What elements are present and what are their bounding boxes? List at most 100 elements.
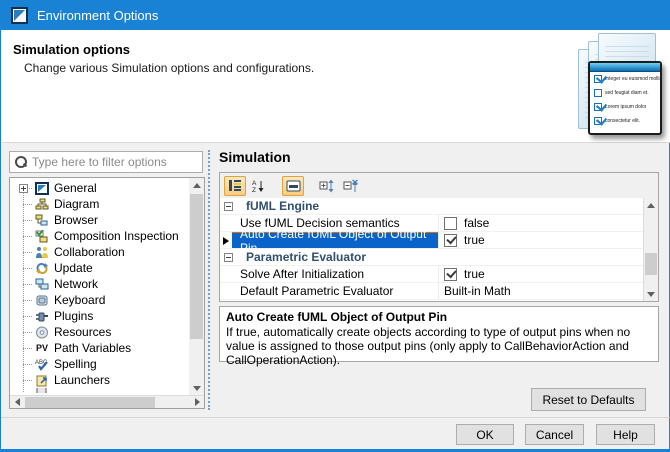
section-title: Simulation [219, 149, 291, 165]
checkbox-icon [594, 117, 602, 125]
tree-vertical-scrollbar[interactable] [189, 178, 204, 395]
help-button[interactable]: Help [596, 424, 655, 445]
browser-icon [34, 213, 50, 227]
spelling-icon: ABC [34, 357, 50, 371]
tree-item-plugins[interactable]: Plugins [10, 308, 190, 324]
categorized-view-icon [228, 179, 242, 192]
header-band: Simulation options Change various Simula… [2, 30, 670, 143]
collapse-all-icon [343, 179, 359, 193]
app-logo-icon [11, 7, 28, 24]
collapse-minus-icon[interactable] [224, 253, 233, 262]
table-vertical-scrollbar[interactable] [643, 198, 658, 301]
scroll-down-button[interactable] [644, 287, 658, 301]
collapse-minus-icon[interactable] [224, 202, 233, 211]
tree-item-resources[interactable]: Resources [10, 324, 190, 340]
checkbox-icon [594, 75, 602, 83]
value-checkbox[interactable] [444, 217, 457, 230]
description-text: If true, automatically create objects ac… [226, 325, 652, 367]
tree-item-update[interactable]: Update [10, 260, 190, 276]
properties-toolbar: AZ [220, 173, 658, 198]
tree-item-spelling[interactable]: ABC Spelling [10, 356, 190, 372]
value-text: true [464, 267, 485, 281]
value-checkbox[interactable] [444, 234, 457, 247]
group-row-parametric-evaluator[interactable]: Parametric Evaluator [220, 249, 643, 266]
svg-text:A: A [252, 180, 257, 187]
diagram-icon [34, 197, 50, 211]
window-title: Environment Options [37, 8, 158, 23]
expand-all-icon [319, 179, 335, 193]
tree-item-collaboration[interactable]: Collaboration [10, 244, 190, 260]
expand-all-button[interactable] [316, 176, 338, 196]
checklist-item: Integer eu euismod mollis [590, 72, 660, 86]
scroll-left-button[interactable] [10, 396, 24, 408]
tree-item-general[interactable]: General [10, 180, 190, 196]
composition-inspection-icon [34, 229, 50, 243]
panel-splitter[interactable] [208, 150, 210, 410]
collapse-all-button[interactable] [340, 176, 362, 196]
properties-table: fUML Engine Use fUML Decision semantics … [220, 198, 643, 301]
tree-horizontal-scrollbar[interactable] [10, 395, 204, 408]
property-row-selected[interactable]: Auto Create fUML Object of Output Pin tr… [220, 232, 643, 249]
value-text: false [464, 216, 489, 230]
group-row-fuml-engine[interactable]: fUML Engine [220, 198, 643, 215]
show-description-button[interactable] [282, 176, 304, 196]
scroll-right-button[interactable] [190, 396, 204, 408]
launchers-icon [34, 373, 50, 387]
options-tree[interactable]: General Diagram Browser Composition Insp… [9, 177, 205, 409]
value-checkbox[interactable] [444, 268, 457, 281]
value-text: true [464, 233, 485, 247]
filter-input[interactable] [32, 155, 202, 169]
magicdraw-icon [34, 181, 50, 195]
scrollbar-thumb[interactable] [645, 253, 657, 275]
tree-item-partial[interactable] [10, 388, 190, 393]
reset-to-defaults-button[interactable]: Reset to Defaults [531, 388, 646, 411]
plugins-icon [34, 309, 50, 323]
filter-field[interactable] [9, 151, 203, 173]
checklist-header [590, 63, 660, 72]
checkbox-icon [594, 103, 602, 111]
keyboard-icon [34, 293, 50, 307]
checklist-item: sed feugiat diam et. [590, 86, 660, 100]
tree-item-composition-inspection[interactable]: Composition Inspection [10, 228, 190, 244]
description-box: Auto Create fUML Object of Output Pin If… [219, 306, 659, 362]
page-subtitle: Change various Simulation options and co… [24, 61, 314, 75]
checklist-item: Lorem ipsum dolor [590, 100, 660, 114]
row-marker-icon [223, 237, 229, 245]
checklist-panel: Integer eu euismod mollis sed feugiat di… [588, 61, 662, 135]
network-icon [34, 277, 50, 291]
ok-button[interactable]: OK [456, 424, 514, 445]
checkbox-icon [594, 89, 602, 97]
tree-item-browser[interactable]: Browser [10, 212, 190, 228]
options-illustration: Integer eu euismod mollis sed feugiat di… [558, 33, 666, 139]
scrollbar-thumb[interactable] [25, 397, 155, 408]
sort-alphabetically-button[interactable]: AZ [248, 176, 270, 196]
search-icon [15, 156, 27, 168]
path-variables-icon: PV [34, 341, 50, 355]
page-title: Simulation options [13, 42, 130, 57]
footer-separator [1, 417, 670, 418]
categorized-view-button[interactable] [224, 176, 246, 196]
description-title: Auto Create fUML Object of Output Pin [226, 310, 652, 324]
clipped-icon [34, 388, 50, 393]
properties-panel: AZ fUML Engine Use fUML Decision semanti… [219, 172, 659, 302]
scroll-down-button[interactable] [189, 381, 204, 395]
tree-item-network[interactable]: Network [10, 276, 190, 292]
scroll-up-button[interactable] [189, 178, 204, 192]
property-row[interactable]: Default Parametric Evaluator Built-in Ma… [220, 283, 643, 300]
value-text: Built-in Math [444, 284, 511, 298]
cancel-button[interactable]: Cancel [525, 424, 584, 445]
tree-item-launchers[interactable]: Launchers [10, 372, 190, 388]
property-row[interactable]: Solve After Initialization true [220, 266, 643, 283]
expand-plus-icon[interactable] [19, 184, 28, 193]
title-bar[interactable]: Environment Options [1, 0, 670, 30]
tree-item-diagram[interactable]: Diagram [10, 196, 190, 212]
sort-alphabetically-icon: AZ [252, 179, 266, 192]
svg-text:Z: Z [252, 187, 256, 192]
update-icon [34, 261, 50, 275]
show-description-icon [286, 180, 301, 192]
scroll-up-button[interactable] [644, 198, 658, 212]
tree-item-path-variables[interactable]: PV Path Variables [10, 340, 190, 356]
scrollbar-thumb[interactable] [190, 194, 203, 339]
collaboration-icon [34, 245, 50, 259]
tree-item-keyboard[interactable]: Keyboard [10, 292, 190, 308]
